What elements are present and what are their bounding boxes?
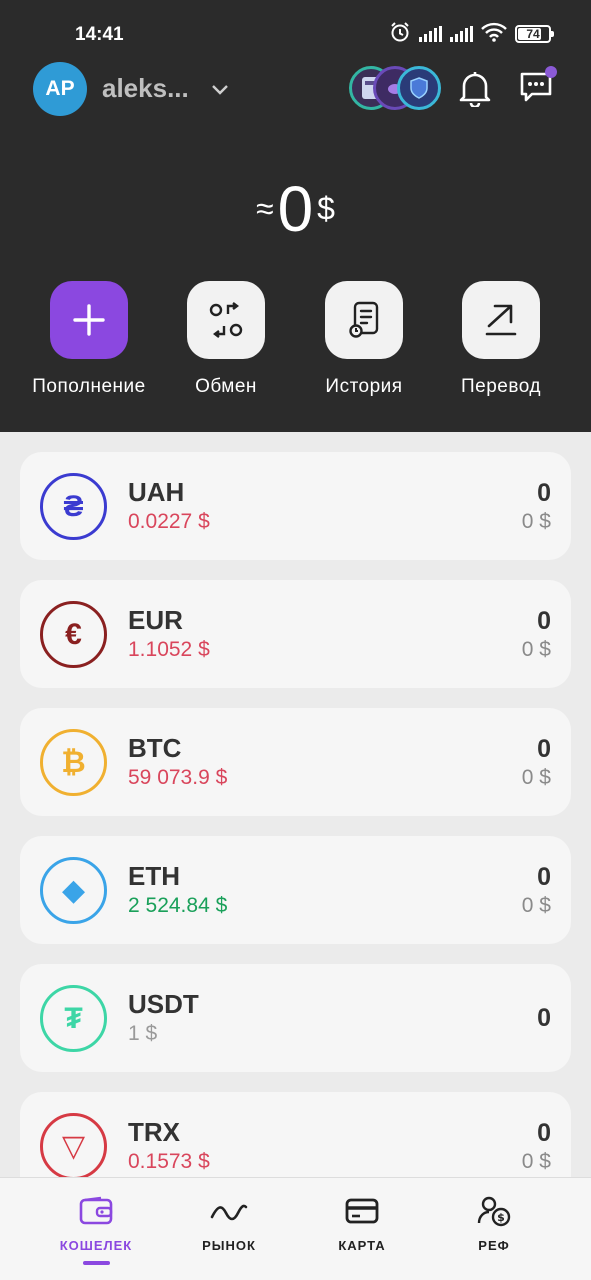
euro-icon: € xyxy=(40,601,107,668)
asset-amount: 0 xyxy=(537,1119,551,1147)
status-icons: 74 xyxy=(389,21,554,48)
asset-amount: 0 xyxy=(537,479,551,507)
signal-icon-1 xyxy=(419,26,442,42)
balance-currency: $ xyxy=(317,190,335,227)
account-name[interactable]: aleks... xyxy=(102,73,189,104)
asset-ticker: ETH xyxy=(128,861,180,891)
status-time: 14:41 xyxy=(75,24,124,45)
history-label: История xyxy=(325,376,403,397)
ethereum-icon: ◆ xyxy=(40,857,107,924)
history-icon[interactable] xyxy=(325,281,403,359)
tron-icon: ▽ xyxy=(40,1113,107,1177)
nav-card-label: КАРТА xyxy=(338,1238,386,1253)
chevron-down-icon[interactable] xyxy=(209,78,231,105)
exchange-icon[interactable] xyxy=(187,281,265,359)
bitcoin-icon: ₿ xyxy=(40,729,107,796)
transfer-label: Перевод xyxy=(461,376,541,397)
bell-icon[interactable] xyxy=(458,69,492,112)
deposit-label: Пополнение xyxy=(32,376,146,397)
asset-price: 0.1573 $ xyxy=(128,1150,210,1173)
asset-card-trx[interactable]: ▽ TRX 0.1573 $ 0 0 $ xyxy=(20,1092,571,1177)
wallet-header-panel: 14:41 74 AP aleks... ≈0 $ Пополнение Обм… xyxy=(0,0,591,432)
total-balance: ≈0 $ xyxy=(0,172,591,246)
exchange-label: Обмен xyxy=(195,376,257,397)
nav-referral-label: РЕФ xyxy=(478,1238,510,1253)
alarm-icon xyxy=(389,21,411,48)
nav-market-label: РЫНОК xyxy=(202,1238,256,1253)
market-chart-icon xyxy=(169,1194,289,1228)
asset-price: 59 073.9 $ xyxy=(128,766,228,789)
asset-amount-usd: 0 $ xyxy=(521,638,551,661)
transfer-button[interactable]: Перевод xyxy=(431,281,571,398)
asset-list: ₴ UAH 0.0227 $ 0 0 $ € EUR 1.1052 $ 0 0 … xyxy=(0,432,591,1177)
tether-icon: ₮ xyxy=(40,985,107,1052)
asset-price: 1.1052 $ xyxy=(128,638,210,661)
nav-referral[interactable]: $ РЕФ xyxy=(434,1194,554,1253)
asset-ticker: UAH xyxy=(128,477,185,507)
referral-users-icon: $ xyxy=(434,1194,554,1228)
asset-amount: 0 xyxy=(537,735,551,763)
nav-market[interactable]: РЫНОК xyxy=(169,1194,289,1253)
bottom-nav: КОШЕЛЕК РЫНОК КАРТА $ РЕФ xyxy=(0,1177,591,1280)
asset-ticker: EUR xyxy=(128,605,183,635)
asset-card-eth[interactable]: ◆ ETH 2 524.84 $ 0 0 $ xyxy=(20,836,571,944)
nav-card[interactable]: КАРТА xyxy=(302,1194,422,1253)
asset-amount-usd: 0 $ xyxy=(521,766,551,789)
asset-card-usdt[interactable]: ₮ USDT 1 $ 0 xyxy=(20,964,571,1072)
balance-amount: 0 xyxy=(277,173,314,245)
active-tab-indicator xyxy=(82,1261,110,1265)
unread-dot xyxy=(545,66,557,78)
asset-amount-usd: 0 $ xyxy=(521,510,551,533)
balance-approx: ≈ xyxy=(256,190,274,227)
signal-icon-2 xyxy=(450,26,473,42)
status-bar: 14:41 74 xyxy=(0,21,591,48)
wifi-icon xyxy=(481,22,507,47)
asset-price: 0.0227 $ xyxy=(128,510,210,533)
asset-price: 1 $ xyxy=(128,1022,158,1045)
asset-ticker: USDT xyxy=(128,989,199,1019)
avatar[interactable]: AP xyxy=(33,62,87,116)
asset-card-uah[interactable]: ₴ UAH 0.0227 $ 0 0 $ xyxy=(20,452,571,560)
asset-ticker: TRX xyxy=(128,1117,180,1147)
achievement-badges[interactable] xyxy=(349,66,443,112)
account-header: AP aleks... xyxy=(33,62,561,116)
svg-text:$: $ xyxy=(497,1211,505,1224)
history-button[interactable]: История xyxy=(294,281,434,398)
asset-amount: 0 xyxy=(537,1004,551,1032)
battery-level: 74 xyxy=(526,27,540,41)
send-arrow-icon[interactable] xyxy=(462,281,540,359)
asset-price: 2 524.84 $ xyxy=(128,894,228,917)
credit-card-icon xyxy=(302,1194,422,1228)
exchange-button[interactable]: Обмен xyxy=(156,281,296,398)
shield-badge-icon xyxy=(397,66,441,110)
asset-amount-usd: 0 $ xyxy=(521,894,551,917)
asset-card-btc[interactable]: ₿ BTC 59 073.9 $ 0 0 $ xyxy=(20,708,571,816)
nav-wallet-label: КОШЕЛЕК xyxy=(59,1238,133,1253)
battery-icon: 74 xyxy=(515,25,554,43)
plus-icon[interactable] xyxy=(50,281,128,359)
asset-amount: 0 xyxy=(537,863,551,891)
hryvnia-icon: ₴ xyxy=(40,473,107,540)
asset-amount: 0 xyxy=(537,607,551,635)
deposit-button[interactable]: Пополнение xyxy=(19,281,159,398)
asset-amount-usd: 0 $ xyxy=(521,1150,551,1173)
chat-icon[interactable] xyxy=(518,66,557,109)
wallet-icon xyxy=(36,1194,156,1228)
nav-wallet[interactable]: КОШЕЛЕК xyxy=(36,1194,156,1265)
asset-ticker: BTC xyxy=(128,733,182,763)
asset-card-eur[interactable]: € EUR 1.1052 $ 0 0 $ xyxy=(20,580,571,688)
